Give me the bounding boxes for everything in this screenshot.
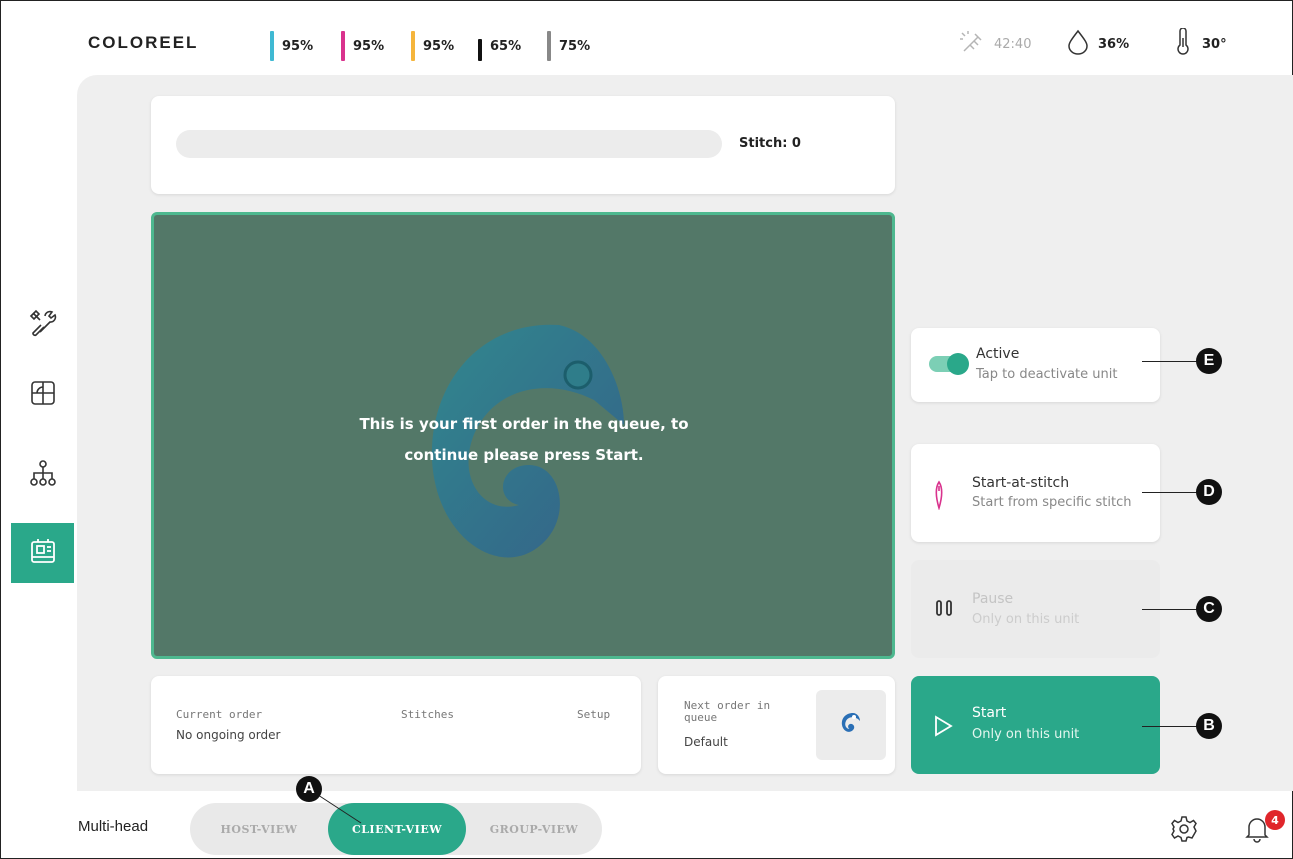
nav-network[interactable] [11,445,74,505]
stitch-count: Stitch: 0 [739,136,801,151]
ink-level-yellow: 95% [411,30,454,62]
start-title: Start [972,705,1007,721]
ink-value-cyan: 95% [282,38,314,54]
next-order-card[interactable]: Next order in queue Default [658,676,895,774]
queue-message-line1: This is your first order in the queue, t… [359,415,689,433]
network-icon [28,458,58,492]
ink-bar-black [478,39,482,61]
ink-bar-yellow [411,31,415,61]
needle-icon [931,480,947,514]
callout-line-c [1142,609,1199,610]
magic-wand-icon [958,29,986,59]
callout-line-b [1142,726,1199,727]
callout-d: D [1196,479,1222,505]
nav-design[interactable] [11,365,74,425]
settings-gear-icon[interactable] [1170,815,1198,847]
nav-tools[interactable] [11,295,74,355]
callout-a: A [296,776,322,802]
brand-logo: COLOREEL [88,33,199,52]
tab-group-view[interactable]: GROUP-VIEW [466,803,602,855]
chameleon-thumb-icon [838,710,864,740]
thermometer-icon [1172,27,1194,60]
pause-icon [935,598,955,622]
next-order-label: Next order in queue [684,699,771,724]
active-toggle-card[interactable]: Active Tap to deactivate unit [911,328,1160,402]
callout-line-d [1142,492,1199,493]
active-toggle-switch[interactable] [929,353,969,375]
humidity-value: 36% [1098,36,1130,52]
ink-value-yellow: 95% [423,38,455,54]
multi-head-label: Multi-head [78,818,149,835]
play-icon [931,714,955,742]
humidity-status: 36% [1066,29,1130,59]
start-subtitle: Only on this unit [972,727,1080,742]
callout-b: B [1196,713,1222,739]
ink-level-cyan: 95% [270,30,313,62]
view-switcher: HOST-VIEW CLIENT-VIEW GROUP-VIEW [190,803,602,855]
pause-button[interactable]: Pause Only on this unit [911,560,1160,658]
progress-card: Stitch: 0 [151,96,895,194]
stitches-label: Stitches [401,708,454,721]
active-subtitle: Tap to deactivate unit [976,367,1118,382]
start-at-stitch-button[interactable]: Start-at-stitch Start from specific stit… [911,444,1160,542]
ink-level-magenta: 95% [341,30,384,62]
ink-value-magenta: 95% [353,38,385,54]
ink-bar-gray [547,31,551,61]
start-at-stitch-subtitle: Start from specific stitch [972,495,1132,510]
ink-bar-cyan [270,31,274,61]
drop-icon [1066,29,1090,59]
ink-value-black: 65% [490,38,522,54]
stitch-progress-bar [176,130,722,158]
callout-e: E [1196,348,1222,374]
timer-status: 42:40 [958,30,1031,58]
start-button[interactable]: Start Only on this unit [911,676,1160,774]
tools-icon [28,308,58,342]
current-order-card: Current order No ongoing order Stitches … [151,676,641,774]
temperature-value: 30° [1202,36,1227,52]
active-toggle-knob [947,353,969,375]
queue-message-line2: continue please press Start. [404,446,644,464]
pause-title: Pause [972,591,1014,607]
queue-message: This is your first order in the queue, t… [174,409,874,471]
ink-value-gray: 75% [559,38,591,54]
design-preview: This is your first order in the queue, t… [151,212,895,659]
notification-badge: 4 [1265,810,1285,830]
ink-level-black: 65% [478,30,521,62]
ink-level-gray: 75% [547,30,590,62]
start-at-stitch-title: Start-at-stitch [972,475,1070,491]
pause-subtitle: Only on this unit [972,612,1080,627]
design-icon [28,378,58,412]
active-title: Active [976,346,1020,362]
ink-bar-magenta [341,31,345,61]
current-order-label: Current order [176,708,263,721]
callout-line-e [1142,361,1199,362]
temperature-status: 30° [1172,27,1227,60]
current-order-value: No ongoing order [176,728,281,742]
nav-machine[interactable] [11,523,74,583]
next-order-thumbnail [816,690,886,760]
setup-label: Setup [577,708,611,721]
callout-c: C [1196,596,1222,622]
next-order-value: Default [684,735,728,749]
timer-value: 42:40 [994,36,1032,52]
machine-icon [28,536,58,570]
